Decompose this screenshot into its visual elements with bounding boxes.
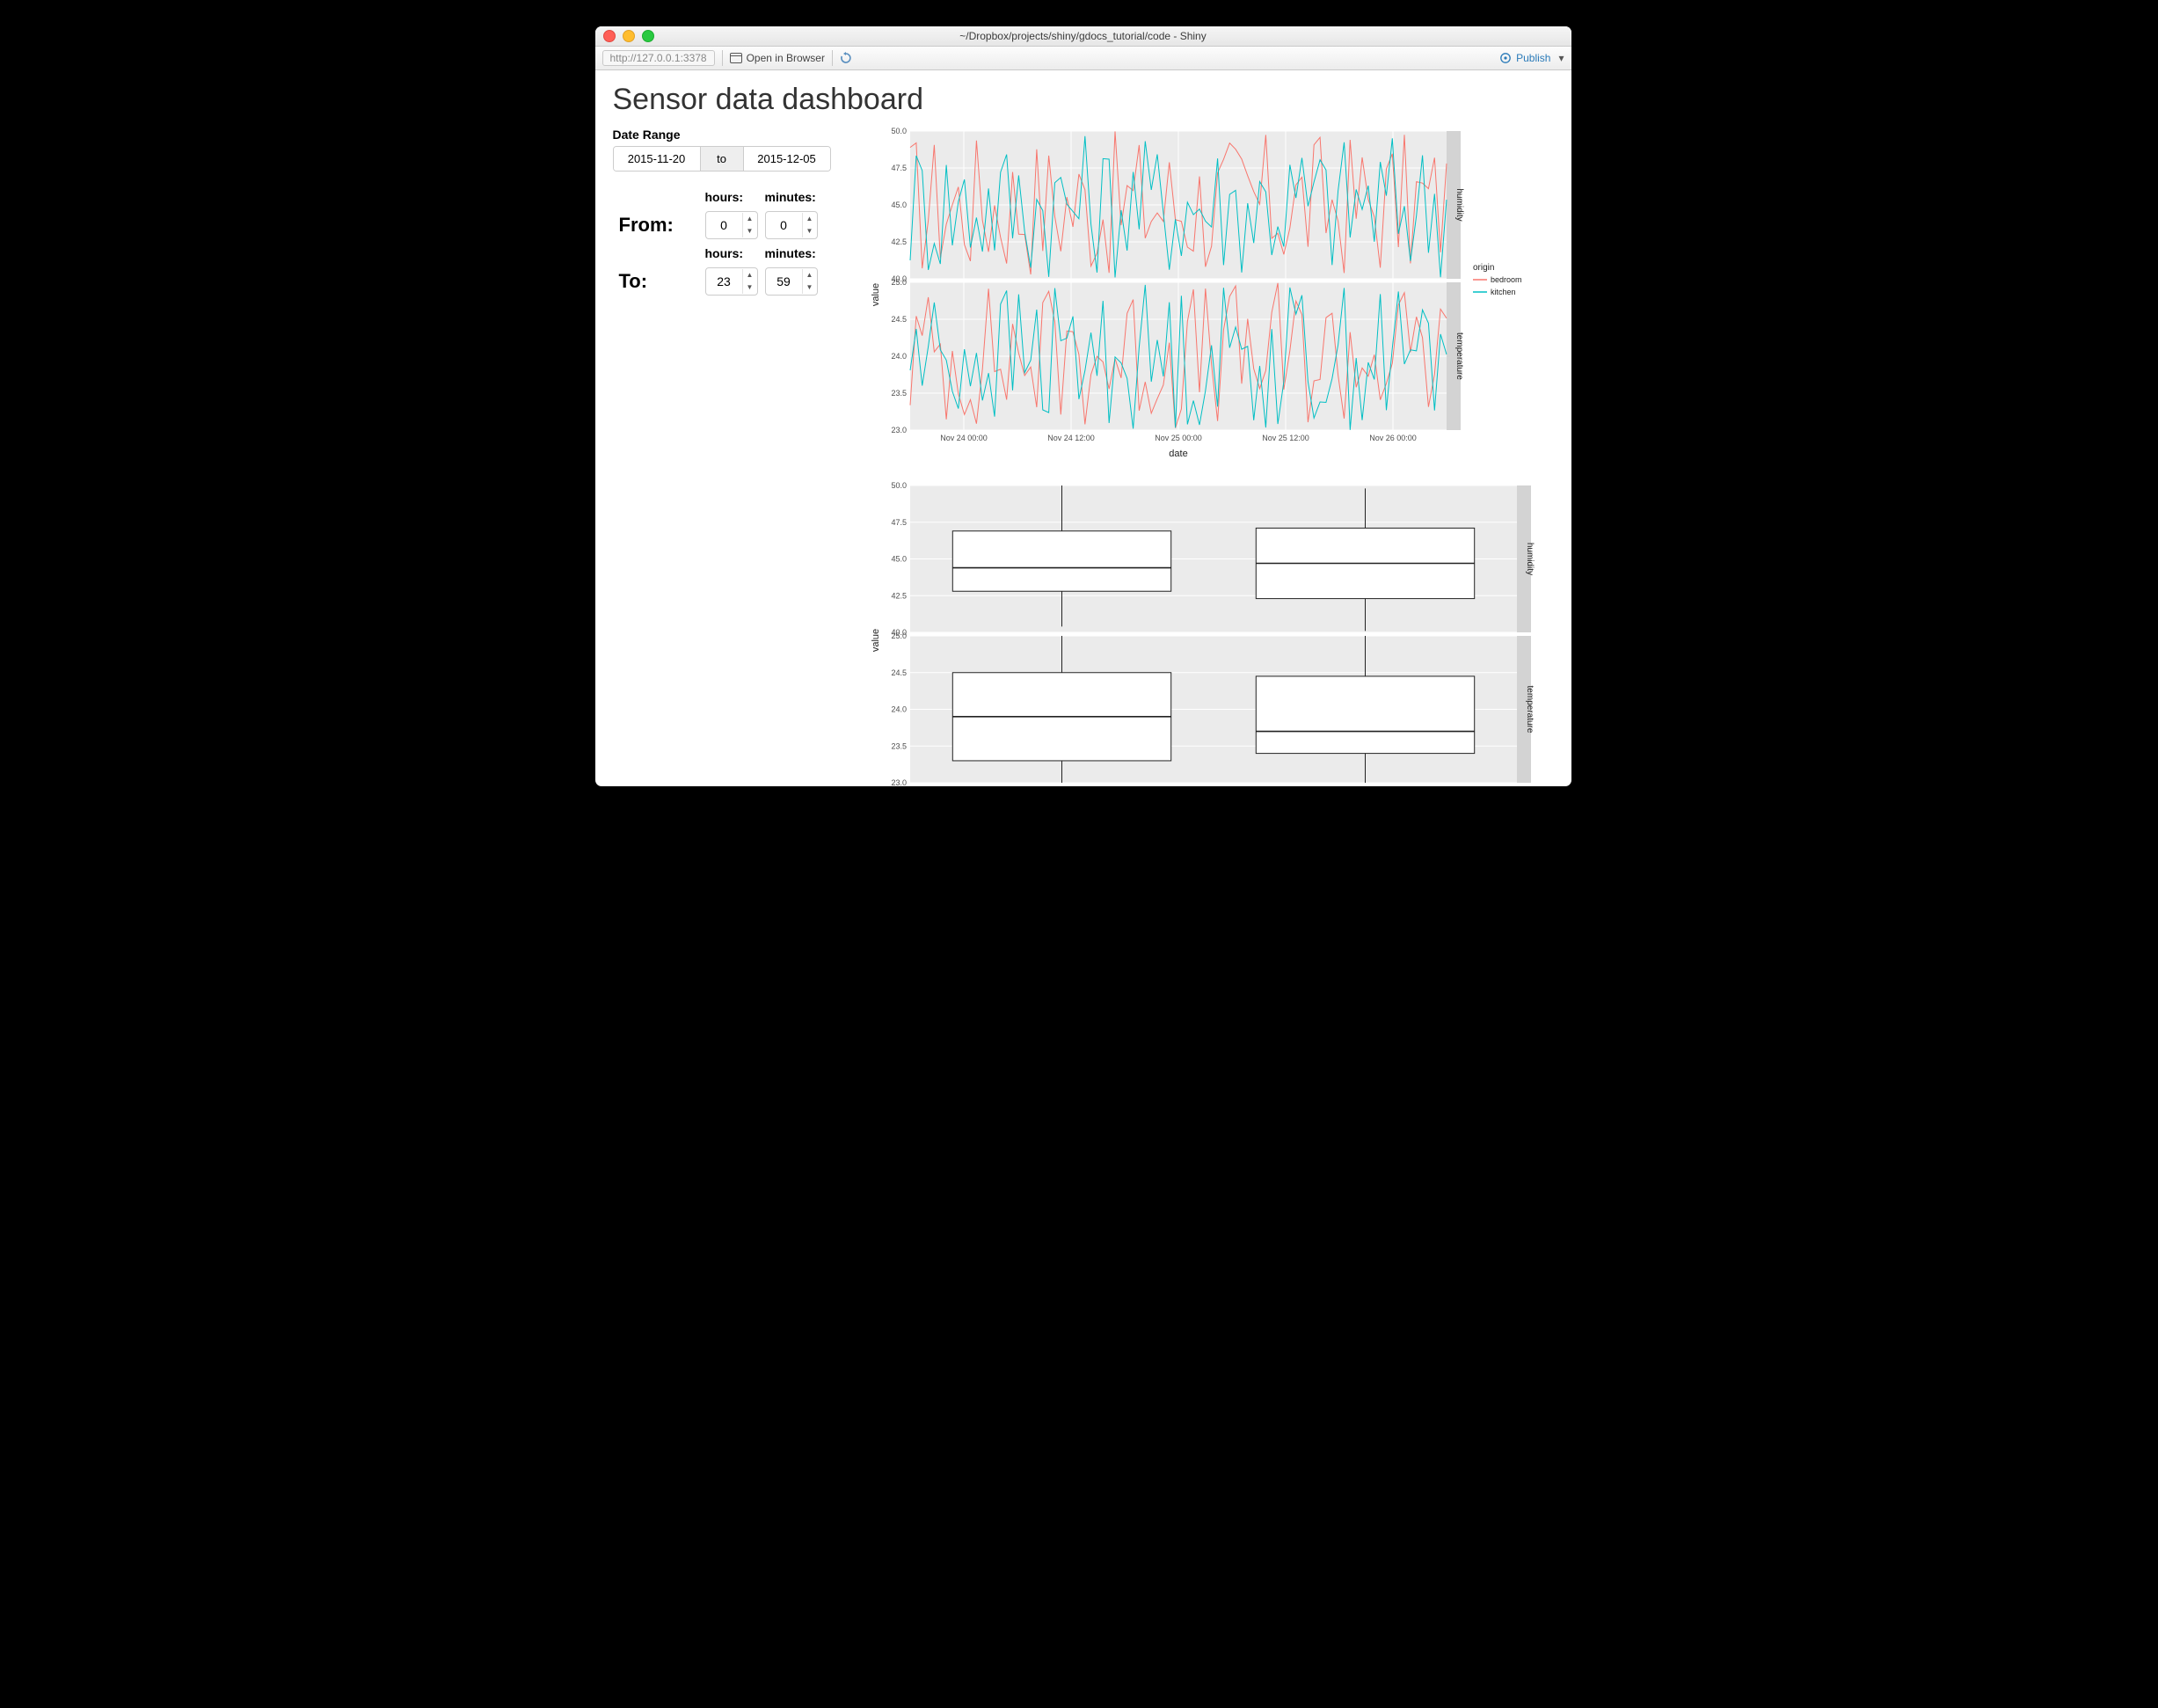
svg-text:23.5: 23.5 — [891, 741, 907, 750]
to-minutes-value: 59 — [766, 274, 802, 288]
to-minutes-stepper[interactable]: 59 ▲▼ — [765, 267, 818, 296]
svg-text:kitchen: kitchen — [1491, 288, 1516, 296]
from-label: From: — [618, 210, 699, 240]
svg-text:42.5: 42.5 — [891, 237, 907, 246]
svg-text:temperature: temperature — [1454, 332, 1464, 380]
svg-text:origin: origin — [1473, 263, 1494, 273]
to-label: To: — [618, 266, 699, 296]
svg-text:42.5: 42.5 — [891, 591, 907, 600]
chevron-down-icon: ▾ — [1558, 52, 1564, 64]
publish-label: Publish — [1516, 52, 1550, 64]
window-zoom-icon[interactable] — [642, 30, 654, 42]
svg-text:Nov 24 00:00: Nov 24 00:00 — [940, 434, 988, 442]
chevron-up-icon[interactable]: ▲ — [803, 269, 817, 281]
svg-text:bedroom: bedroom — [1491, 275, 1522, 284]
svg-text:humidity: humidity — [1454, 188, 1464, 221]
svg-text:24.5: 24.5 — [891, 668, 907, 677]
chevron-down-icon[interactable]: ▼ — [743, 281, 757, 294]
svg-text:45.0: 45.0 — [891, 555, 907, 564]
svg-text:humidity: humidity — [1525, 543, 1535, 575]
date-from-field[interactable]: 2015-11-20 — [614, 147, 700, 171]
toolbar-separator — [722, 50, 723, 66]
svg-text:50.0: 50.0 — [891, 482, 907, 490]
date-range-separator: to — [700, 147, 744, 171]
minutes-header: minutes: — [764, 189, 819, 205]
date-range-input[interactable]: 2015-11-20 to 2015-12-05 — [613, 146, 831, 172]
svg-text:Nov 25 12:00: Nov 25 12:00 — [1262, 434, 1309, 442]
svg-text:date: date — [1169, 449, 1187, 459]
chevron-up-icon[interactable]: ▲ — [803, 213, 817, 225]
svg-text:25.0: 25.0 — [891, 278, 907, 287]
shiny-toolbar: http://127.0.0.1:3378 Open in Browser Pu… — [595, 47, 1571, 70]
to-hours-stepper[interactable]: 23 ▲▼ — [705, 267, 758, 296]
page-title: Sensor data dashboard — [613, 83, 1554, 117]
svg-text:Nov 24 12:00: Nov 24 12:00 — [1047, 434, 1095, 442]
sidebar-controls: Date Range 2015-11-20 to 2015-12-05 hour… — [613, 128, 859, 786]
svg-text:value: value — [871, 629, 881, 652]
mac-titlebar: ~/Dropbox/projects/shiny/gdocs_tutorial/… — [595, 26, 1571, 47]
open-in-browser-label: Open in Browser — [747, 52, 825, 64]
window-close-icon[interactable] — [603, 30, 616, 42]
from-hours-stepper[interactable]: 0 ▲▼ — [705, 211, 758, 239]
from-minutes-stepper[interactable]: 0 ▲▼ — [765, 211, 818, 239]
to-hours-value: 23 — [706, 274, 742, 288]
date-range-label: Date Range — [613, 128, 859, 142]
chevron-up-icon[interactable]: ▲ — [743, 269, 757, 281]
publish-icon — [1499, 52, 1512, 64]
svg-text:24.0: 24.0 — [891, 705, 907, 714]
svg-text:47.5: 47.5 — [891, 518, 907, 527]
timeseries-plot: humidity40.042.545.047.550.0temperature2… — [868, 128, 1554, 466]
svg-text:23.0: 23.0 — [891, 426, 907, 434]
plot-area: humidity40.042.545.047.550.0temperature2… — [868, 128, 1554, 786]
reload-button[interactable] — [840, 52, 852, 64]
chevron-down-icon[interactable]: ▼ — [743, 225, 757, 237]
svg-text:Nov 25 00:00: Nov 25 00:00 — [1155, 434, 1202, 442]
svg-text:24.0: 24.0 — [891, 352, 907, 361]
svg-text:Nov 26 00:00: Nov 26 00:00 — [1369, 434, 1417, 442]
url-display[interactable]: http://127.0.0.1:3378 — [602, 50, 715, 66]
app-window: ~/Dropbox/projects/shiny/gdocs_tutorial/… — [595, 26, 1571, 786]
publish-button[interactable]: Publish ▾ — [1499, 52, 1564, 64]
chevron-up-icon[interactable]: ▲ — [743, 213, 757, 225]
svg-text:23.5: 23.5 — [891, 389, 907, 398]
browser-window-icon — [730, 53, 742, 63]
svg-text:25.0: 25.0 — [891, 631, 907, 640]
svg-text:23.0: 23.0 — [891, 778, 907, 786]
open-in-browser-button[interactable]: Open in Browser — [730, 52, 825, 64]
svg-text:value: value — [871, 283, 881, 306]
svg-text:24.5: 24.5 — [891, 315, 907, 324]
from-hours-value: 0 — [706, 218, 742, 232]
chevron-down-icon[interactable]: ▼ — [803, 225, 817, 237]
svg-text:50.0: 50.0 — [891, 128, 907, 135]
from-minutes-value: 0 — [766, 218, 802, 232]
svg-text:45.0: 45.0 — [891, 201, 907, 209]
window-title: ~/Dropbox/projects/shiny/gdocs_tutorial/… — [595, 30, 1571, 42]
boxplot: humidity40.042.545.047.550.0temperature2… — [868, 482, 1554, 786]
toolbar-separator — [832, 50, 833, 66]
svg-text:47.5: 47.5 — [891, 164, 907, 172]
svg-text:temperature: temperature — [1525, 686, 1535, 734]
date-to-field[interactable]: 2015-12-05 — [744, 147, 830, 171]
hours-header: hours: — [704, 189, 759, 205]
chevron-down-icon[interactable]: ▼ — [803, 281, 817, 294]
minutes-header: minutes: — [764, 245, 819, 261]
window-minimize-icon[interactable] — [623, 30, 635, 42]
app-body: Sensor data dashboard Date Range 2015-11… — [595, 70, 1571, 786]
hours-header: hours: — [704, 245, 759, 261]
reload-icon — [840, 52, 852, 64]
